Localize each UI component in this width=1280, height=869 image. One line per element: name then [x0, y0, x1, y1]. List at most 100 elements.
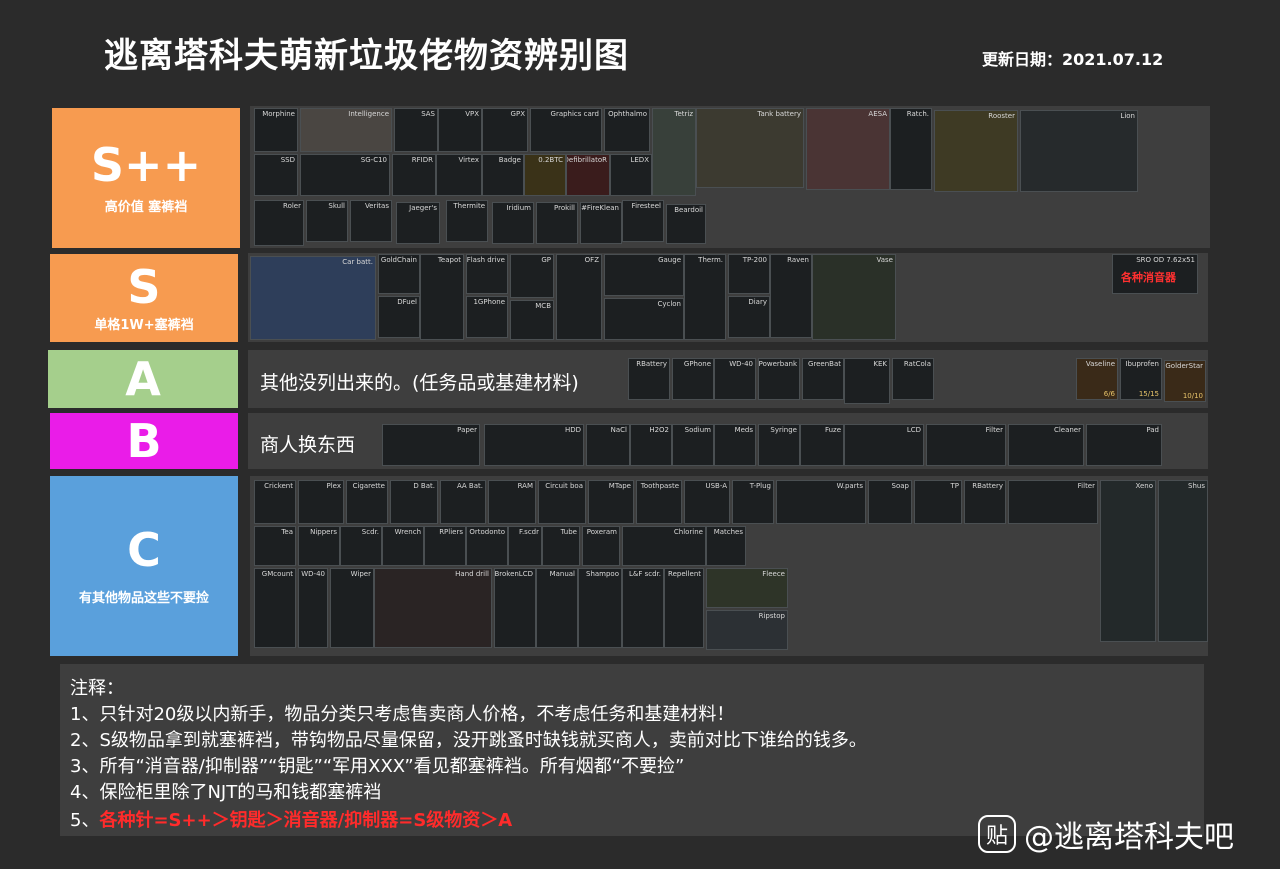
item-card: Cigarette: [346, 480, 388, 524]
item-card: Badge: [482, 154, 524, 196]
item-card: RBattery: [628, 358, 670, 400]
item-card: F.scdr: [508, 526, 542, 566]
item-name: Soap: [891, 482, 909, 490]
item-name: Syringe: [770, 426, 797, 434]
item-card: DFuel: [378, 296, 420, 338]
item-card: L&F scdr.: [622, 568, 664, 648]
item-card: Nippers: [298, 526, 340, 566]
item-card: LCD: [844, 424, 924, 466]
item-name: RatCola: [903, 360, 931, 368]
watermark: 贴 @逃离塔科夫吧: [978, 812, 1234, 856]
item-name: Tube: [560, 528, 577, 536]
item-card: Ortodonto: [466, 526, 508, 566]
item-name: GolderStar: [1165, 362, 1203, 370]
tier-b-title: B: [126, 414, 162, 468]
item-card: Pad: [1086, 424, 1162, 466]
item-count: 10/10: [1182, 392, 1203, 400]
item-card: HDD: [484, 424, 584, 466]
item-name: VPX: [465, 110, 479, 118]
item-card: TP: [914, 480, 962, 524]
tier-c-label: C 有其他物品这些不要捡: [50, 476, 238, 656]
item-card: AESA: [806, 108, 890, 190]
tier-s-subtitle: 单格1W+塞裤裆: [94, 317, 194, 333]
item-name: Gauge: [658, 256, 681, 264]
item-name: LEDX: [630, 156, 649, 164]
item-card: RBattery: [964, 480, 1006, 524]
item-name: Fuze: [824, 426, 841, 434]
item-card: Virtex: [436, 154, 482, 196]
item-card: Ratch.: [890, 108, 932, 190]
item-card: SRO OD 7.62x51 各种消音器: [1112, 254, 1198, 294]
item-card: Paper: [382, 424, 480, 466]
page-title: 逃离塔科夫萌新垃圾佬物资辨别图: [104, 36, 629, 76]
item-card: OFZ: [556, 254, 602, 340]
tieba-logo-icon: 贴: [978, 815, 1016, 853]
item-name: LCD: [906, 426, 921, 434]
item-card: AA Bat.: [440, 480, 486, 524]
item-card: GreenBat: [802, 358, 844, 400]
tier-b-label: B: [50, 413, 238, 469]
item-card: Prokill: [536, 202, 578, 244]
item-card: Manual: [536, 568, 578, 648]
item-card: Syringe: [758, 424, 800, 466]
item-name: RBattery: [636, 360, 667, 368]
item-name: Jaeger's: [409, 204, 437, 212]
tier-spp-title: S++: [90, 137, 202, 192]
item-card: SSD: [254, 154, 298, 196]
item-card: Roler: [254, 200, 304, 246]
item-name: AA Bat.: [456, 482, 483, 490]
item-name: F.scdr: [519, 528, 539, 536]
item-card: Cyclon: [604, 298, 684, 340]
item-card: LEDX: [610, 154, 652, 196]
item-card: Shampoo: [578, 568, 622, 648]
item-card: RPliers: [424, 526, 466, 566]
notes-panel: 注释： 1、只针对20级以内新手，物品分类只考虑售卖商人价格，不考虑任务和基建材…: [60, 664, 1204, 836]
item-name: Raven: [787, 256, 809, 264]
item-name: Xeno: [1135, 482, 1153, 490]
item-count: 15/15: [1138, 390, 1159, 398]
item-name: Graphics card: [550, 110, 599, 118]
item-name: GPX: [510, 110, 525, 118]
item-card: TP-200: [728, 254, 770, 294]
item-card: Poxeram: [582, 526, 620, 566]
item-name: Pad: [1146, 426, 1159, 434]
item-name: GMcount: [261, 570, 293, 578]
item-name: RFIDR: [411, 156, 433, 164]
item-name: Nippers: [310, 528, 337, 536]
item-name: Ortodonto: [469, 528, 505, 536]
item-name: OFZ: [584, 256, 599, 264]
item-name: Meds: [734, 426, 753, 434]
item-name: RBattery: [972, 482, 1003, 490]
item-name: DefibrillatoR: [566, 156, 607, 164]
item-card: Crickent: [254, 480, 296, 524]
item-card: Vase: [812, 254, 896, 340]
tier-a-text: 其他没列出来的。(任务品或基建材料): [260, 372, 579, 394]
note-5: 5、各种针=S++＞钥匙＞消音器/抑制器=S级物资＞A: [70, 806, 512, 832]
item-name: Ripstop: [758, 612, 785, 620]
item-card: GP: [510, 254, 554, 298]
update-date: 更新日期：2021.07.12: [982, 50, 1164, 69]
item-name: Virtex: [458, 156, 479, 164]
item-card: Meds: [714, 424, 756, 466]
item-name: Filter: [985, 426, 1003, 434]
item-card: Tea: [254, 526, 296, 566]
item-name: GoldChain: [380, 256, 417, 264]
item-card: Rooster: [934, 110, 1018, 192]
item-card: Toothpaste: [636, 480, 682, 524]
item-name: SSD: [280, 156, 295, 164]
item-name: Repellent: [668, 570, 701, 578]
item-card: Powerbank: [758, 358, 800, 400]
item-name: Manual: [549, 570, 575, 578]
item-card: Thermite: [446, 200, 488, 242]
item-card: RAM: [488, 480, 536, 524]
item-card: Soap: [868, 480, 912, 524]
item-card: Ophthalmo: [604, 108, 650, 152]
item-name: TP-200: [742, 256, 767, 264]
item-name: BrokenLCD: [494, 570, 533, 578]
item-card: USB-A: [684, 480, 730, 524]
item-card: VPX: [438, 108, 482, 152]
item-name: #FireKlean: [581, 204, 619, 212]
item-card: Circuit boa: [538, 480, 586, 524]
item-card: GPhone: [672, 358, 714, 400]
item-name: MCB: [535, 302, 551, 310]
